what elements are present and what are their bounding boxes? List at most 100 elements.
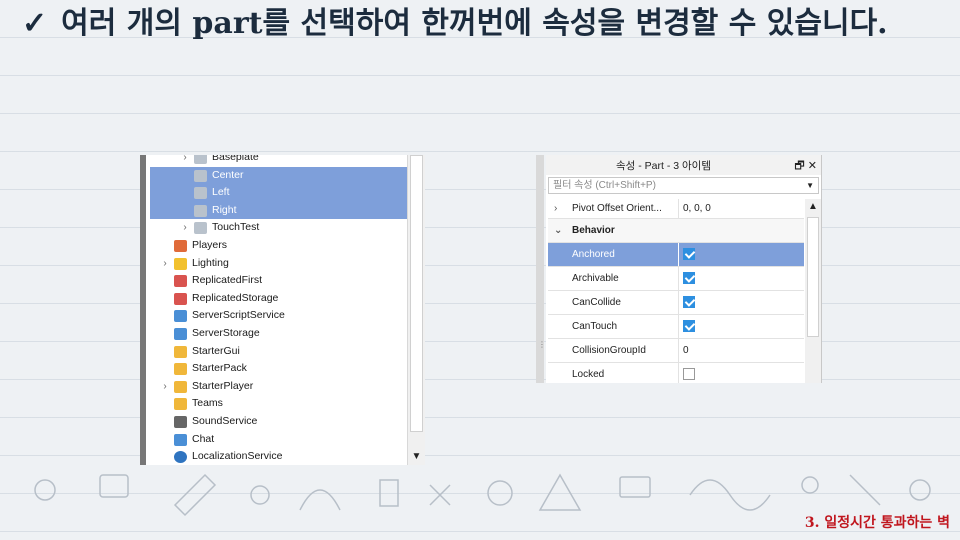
property-checkbox[interactable] xyxy=(683,368,695,380)
property-value-cell[interactable] xyxy=(678,267,804,290)
chevron-right-icon[interactable]: › xyxy=(160,255,170,273)
property-row-behavior[interactable]: ⌄ Behavior xyxy=(548,219,804,243)
property-name: Archivable xyxy=(572,273,619,284)
tree-item-label: ServerStorage xyxy=(192,327,260,339)
folder-icon xyxy=(174,345,187,358)
speaker-icon xyxy=(174,416,187,428)
tree-item-serverstorage[interactable]: ServerStorage xyxy=(146,325,408,343)
tree-item-starterplayer[interactable]: › StarterPlayer xyxy=(146,378,408,396)
chat-icon xyxy=(174,433,187,446)
tree-item-touchtest[interactable]: › TouchTest xyxy=(146,219,408,237)
chevron-right-icon[interactable]: › xyxy=(180,219,190,237)
explorer-scroll-thumb[interactable] xyxy=(410,155,423,432)
footer-label: 3. 일정시간 통과하는 벽 xyxy=(804,515,950,531)
tree-item-left[interactable]: Left xyxy=(150,184,407,202)
property-name: Locked xyxy=(572,369,605,380)
property-value-cell[interactable] xyxy=(678,363,804,383)
properties-panel: 속성 - Part - 3 아이템 🗗 ✕ 필터 속성 (Ctrl+Shift+… xyxy=(546,155,822,383)
properties-header: 속성 - Part - 3 아이템 🗗 ✕ xyxy=(546,155,821,175)
chevron-right-icon[interactable]: › xyxy=(160,378,170,396)
folder-icon xyxy=(174,363,187,376)
property-name: Pivot Offset Orient... xyxy=(572,203,662,214)
slide-title: ✓ 여러 개의 part를 선택하여 한꺼번에 속성을 변경할 수 있습니다. xyxy=(22,6,902,42)
tree-item-teams[interactable]: Teams xyxy=(146,395,408,413)
property-row-collisiongroupid[interactable]: CollisionGroupId 0 xyxy=(548,339,804,363)
property-name: Anchored xyxy=(572,249,615,260)
tree-item-startergui[interactable]: StarterGui xyxy=(146,343,408,361)
property-value-cell[interactable]: 0, 0, 0 xyxy=(678,199,804,218)
folder-icon xyxy=(174,398,187,411)
chevron-down-icon[interactable]: ▼ xyxy=(806,178,814,193)
property-row-cancollide[interactable]: CanCollide xyxy=(548,291,804,315)
tree-item-label: Left xyxy=(212,186,230,199)
tree-item-label: Players xyxy=(192,239,228,251)
chevron-right-icon[interactable]: › xyxy=(180,155,190,167)
property-checkbox[interactable] xyxy=(683,296,695,308)
replicated-icon xyxy=(174,275,187,288)
property-name: CollisionGroupId xyxy=(572,345,646,356)
splitter-grip-icon[interactable]: ⋮ xyxy=(538,340,546,349)
undock-icon[interactable]: 🗗 xyxy=(794,160,804,172)
folder-icon xyxy=(174,380,187,393)
property-value[interactable]: 0 xyxy=(683,339,689,362)
properties-scrollbar[interactable]: ▲ xyxy=(805,199,821,383)
tree-item-label: Right xyxy=(212,203,237,216)
close-icon[interactable]: ✕ xyxy=(808,160,817,172)
chevron-right-icon[interactable]: › xyxy=(554,199,557,218)
tree-item-center[interactable]: Center xyxy=(150,166,407,185)
explorer-scrollbar[interactable]: ▼ xyxy=(407,155,425,465)
part-icon xyxy=(194,222,207,235)
property-row-locked[interactable]: Locked xyxy=(548,363,804,383)
tree-item-chat[interactable]: Chat xyxy=(146,431,408,449)
tree-item-soundservice[interactable]: SoundService xyxy=(146,413,408,431)
part-icon xyxy=(194,155,207,164)
property-row-pivot-offset-orient[interactable]: › Pivot Offset Orient... 0, 0, 0 xyxy=(548,199,804,219)
property-value-cell[interactable] xyxy=(678,291,804,314)
properties-title: 속성 - Part - 3 아이템 xyxy=(616,160,711,172)
panel-splitter[interactable]: ⋮ xyxy=(536,155,546,383)
property-row-cantouch[interactable]: CanTouch xyxy=(548,315,804,339)
tree-item-label: Chat xyxy=(192,432,215,445)
tree-item-label: StarterGui xyxy=(192,344,240,357)
explorer-tree: › Baseplate Center Left Right › TouchTest Playe… xyxy=(146,155,408,465)
tree-item-lighting[interactable]: › Lighting xyxy=(146,255,408,273)
tree-item-right[interactable]: Right xyxy=(150,201,407,220)
property-value-cell[interactable] xyxy=(678,315,804,338)
server-script-icon xyxy=(174,310,187,323)
explorer-panel: › Baseplate Center Left Right › TouchTest Playe… xyxy=(140,155,425,465)
replicated-icon xyxy=(174,292,187,305)
property-name: Behavior xyxy=(572,225,615,236)
slide-title-text: 여러 개의 part를 선택하여 한꺼번에 속성을 변경할 수 있습니다. xyxy=(61,6,888,41)
tree-item-label: Baseplate xyxy=(212,155,259,163)
property-value-cell[interactable] xyxy=(678,243,804,266)
tree-item-replicatedstorage[interactable]: ReplicatedStorage xyxy=(146,290,408,308)
tree-item-label: ReplicatedStorage xyxy=(192,291,279,304)
checkmark-icon: ✓ xyxy=(22,6,48,41)
property-checkbox[interactable] xyxy=(683,320,695,332)
tree-item-label: TouchTest xyxy=(212,221,260,234)
tree-item-label: ServerScriptService xyxy=(192,309,285,322)
server-storage-icon xyxy=(174,328,187,340)
scroll-up-icon[interactable]: ▲ xyxy=(805,199,821,215)
properties-scroll-thumb[interactable] xyxy=(807,217,819,337)
chevron-down-icon[interactable]: ⌄ xyxy=(554,219,562,242)
tree-item-label: StarterPlayer xyxy=(192,379,254,392)
property-value-cell[interactable]: 0 xyxy=(678,339,804,362)
part-icon xyxy=(194,204,207,217)
tree-item-baseplate[interactable]: › Baseplate xyxy=(146,155,408,167)
tree-item-players[interactable]: Players xyxy=(146,237,408,255)
property-row-anchored[interactable]: Anchored xyxy=(548,243,804,267)
tree-item-label: Teams xyxy=(192,397,223,410)
tree-item-starterpack[interactable]: StarterPack xyxy=(146,360,408,378)
tree-item-label: SoundService xyxy=(192,415,258,427)
tree-item-replicatedfirst[interactable]: ReplicatedFirst xyxy=(146,272,408,290)
property-value[interactable]: 0, 0, 0 xyxy=(683,199,711,218)
tree-item-serverscriptservice[interactable]: ServerScriptService xyxy=(146,307,408,325)
property-filter-input[interactable]: 필터 속성 (Ctrl+Shift+P) ▼ xyxy=(548,177,819,194)
property-checkbox[interactable] xyxy=(683,272,695,284)
part-icon xyxy=(194,187,207,200)
property-checkbox[interactable] xyxy=(683,248,695,260)
property-row-archivable[interactable]: Archivable xyxy=(548,267,804,291)
filter-placeholder: 필터 속성 (Ctrl+Shift+P) xyxy=(553,180,656,191)
tree-item-label: Lighting xyxy=(192,256,229,269)
